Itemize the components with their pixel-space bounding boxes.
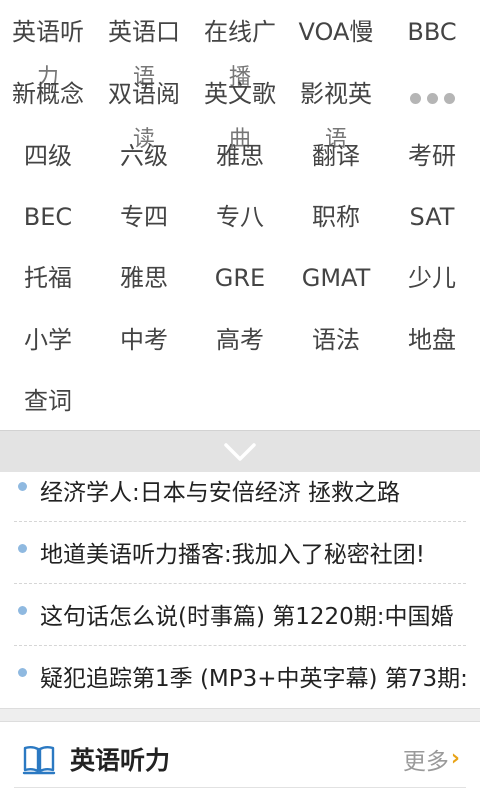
category-ielts-2[interactable]: 雅思 (96, 258, 192, 298)
category-grammar[interactable]: 语法 (288, 320, 384, 360)
chevron-right-icon: › (450, 746, 460, 771)
section-divider (0, 708, 480, 722)
category-bbc[interactable]: BBC (384, 12, 480, 52)
news-item[interactable]: 地道美语听力播客:我加入了秘密社团! (14, 522, 466, 584)
category-primary-school[interactable]: 小学 (0, 320, 96, 360)
category-gmat[interactable]: GMAT (288, 258, 384, 298)
category-cet6[interactable]: 六级 (96, 136, 192, 176)
category-ielts-1[interactable]: 雅思 (192, 136, 288, 176)
category-grid: 英语听 英语口 在线广 VOA慢 BBC 力 语 播 新概念 双语阅 英文歌 影… (0, 0, 480, 430)
category-english-listening[interactable]: 英语听 (0, 12, 96, 52)
category-spoken-english[interactable]: 英语口 (96, 12, 192, 52)
category-bilingual-reading[interactable]: 双语阅 (96, 74, 192, 114)
category-postgraduate-exam[interactable]: 考研 (384, 136, 480, 176)
bullet-icon (18, 482, 27, 491)
category-college-entrance[interactable]: 高考 (192, 320, 288, 360)
category-english-songs[interactable]: 英文歌 (192, 74, 288, 114)
category-cet4[interactable]: 四级 (0, 136, 96, 176)
section-header-english-listening: 英语听力 更多 › (14, 730, 466, 788)
news-title: 疑犯追踪第1季 (MP3+中英字幕) 第73期: (40, 666, 466, 692)
category-professional-title[interactable]: 职称 (288, 197, 384, 237)
news-title: 这句话怎么说(时事篇) 第1220期:中国婚 (40, 603, 454, 630)
category-my-space[interactable]: 地盘 (384, 320, 480, 360)
news-item[interactable]: 疑犯追踪第1季 (MP3+中英字幕) 第73期: (14, 646, 466, 708)
more-dots-icon[interactable] (384, 78, 480, 118)
news-title: 经济学人:日本与安倍经济 拯救之路 (40, 479, 401, 506)
category-bec[interactable]: BEC (0, 197, 96, 237)
more-label: 更多 (402, 748, 449, 775)
news-title: 地道美语听力播客:我加入了秘密社团! (40, 541, 425, 568)
section-title: 英语听力 (70, 745, 171, 775)
category-toefl[interactable]: 托福 (0, 258, 96, 298)
category-film-english[interactable]: 影视英 (288, 74, 384, 114)
category-tem8[interactable]: 专八 (192, 197, 288, 237)
category-sat[interactable]: SAT (384, 197, 480, 237)
category-new-concept[interactable]: 新概念 (0, 74, 96, 114)
bullet-icon (18, 606, 27, 615)
category-gre[interactable]: GRE (192, 258, 288, 298)
category-online-radio[interactable]: 在线广 (192, 12, 288, 52)
news-list: 经济学人:日本与安倍经济 拯救之路 地道美语听力播客:我加入了秘密社团! 这句话… (14, 460, 466, 708)
news-item[interactable]: 经济学人:日本与安倍经济 拯救之路 (14, 460, 466, 522)
bullet-icon (18, 544, 27, 553)
category-tem4[interactable]: 专四 (96, 197, 192, 237)
category-voa-slow[interactable]: VOA慢 (288, 12, 384, 52)
category-high-school-entrance[interactable]: 中考 (96, 320, 192, 360)
category-translation[interactable]: 翻译 (288, 136, 384, 176)
bullet-icon (18, 668, 27, 677)
category-kids[interactable]: 少儿 (384, 258, 480, 298)
category-dictionary[interactable]: 查词 (0, 381, 96, 421)
news-item[interactable]: 这句话怎么说(时事篇) 第1220期:中国婚 (14, 584, 466, 646)
book-icon (22, 745, 56, 774)
more-link[interactable]: 更多 › (403, 742, 460, 776)
